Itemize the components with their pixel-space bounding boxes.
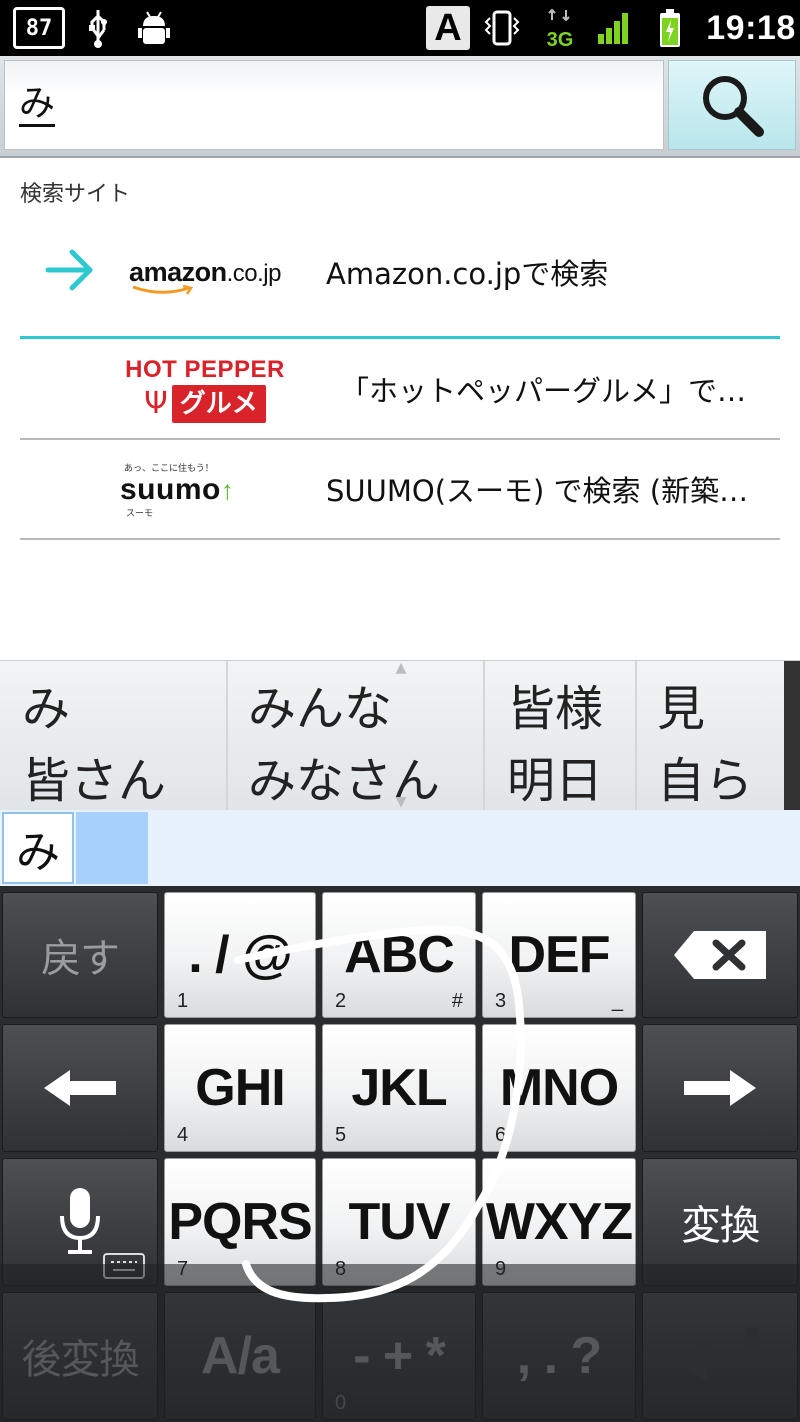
reconvert-key[interactable]: 後変換 <box>2 1292 158 1420</box>
key-4[interactable]: GHI 4 <box>164 1024 316 1152</box>
battery-icon <box>656 0 684 56</box>
keyboard-icon <box>103 1253 145 1279</box>
notification-badge-icon: 87 <box>12 0 66 56</box>
candidate-word[interactable]: みなさん <box>248 741 440 811</box>
candidate-word[interactable]: 皆さん <box>22 741 166 811</box>
backspace-icon <box>674 931 766 979</box>
suggestion-amazon[interactable]: amazon.co.jp Amazon.co.jpで検索 <box>20 222 780 339</box>
search-input-value: み <box>19 83 56 127</box>
key-9[interactable]: WXYZ 9 <box>482 1158 636 1286</box>
key-3[interactable]: DEF 3 _ <box>482 892 636 1018</box>
convert-key[interactable]: 変換 <box>642 1158 798 1286</box>
notification-count: 87 <box>13 7 65 49</box>
composing-text: み <box>2 812 74 884</box>
scroll-up-icon[interactable]: ▲ <box>392 661 410 675</box>
candidate-word[interactable]: 自ら <box>657 741 753 811</box>
enter-icon <box>679 1328 759 1382</box>
android-debug-icon <box>134 0 174 56</box>
candidate-bar: み 皆さん みんな みなさん 皆様 明日 見 自ら ▲ ▼ <box>0 660 800 811</box>
amazon-logo: amazon.co.jp <box>120 232 290 312</box>
hotpepper-logo: HOT PEPPER Ψ グルメ <box>125 356 285 423</box>
candidate-scrollbar[interactable] <box>784 661 800 811</box>
suggestion-suumo[interactable]: あっ、ここに住もう！ suumo↑ スーモ SUUMO(スーモ) で検索 (新築… <box>20 440 780 540</box>
key-0[interactable]: - + * 0 <box>322 1292 476 1420</box>
signal-icon <box>594 0 634 56</box>
arrow-right-icon <box>45 249 93 291</box>
arrow-right-icon <box>684 1070 756 1106</box>
case-toggle-key[interactable]: A/a <box>164 1292 316 1420</box>
search-button[interactable] <box>668 60 796 150</box>
candidate-column: みんな みなさん <box>228 661 485 811</box>
suggestion-label: Amazon.co.jpで検索 <box>326 257 609 291</box>
search-input[interactable]: み <box>4 60 664 150</box>
backspace-key[interactable] <box>642 892 798 1018</box>
key-5[interactable]: JKL 5 <box>322 1024 476 1152</box>
network-label: 3G <box>547 29 574 50</box>
keyboard: 戻す . / @ 1 ABC 2 # DEF 3 _ GHI 4 JKL 5 M… <box>0 886 800 1422</box>
suggestion-label: SUUMO(スーモ) で検索 (新築… <box>326 474 749 508</box>
arrow-left-icon <box>44 1070 116 1106</box>
scroll-down-icon[interactable]: ▼ <box>392 795 410 809</box>
cutlery-icon: Ψ <box>144 386 168 421</box>
suggestion-hotpepper[interactable]: HOT PEPPER Ψ グルメ 「ホットペッパーグルメ」で… <box>20 340 780 440</box>
undo-key[interactable]: 戻す <box>2 892 158 1018</box>
candidate-column: 見 自ら <box>637 661 784 811</box>
candidate-column: 皆様 明日 <box>485 661 637 811</box>
candidate-column: み 皆さん <box>0 661 228 811</box>
candidate-word[interactable]: 皆様 <box>507 669 603 739</box>
network-3g-icon: 3G <box>540 0 580 56</box>
clock: 19:18 <box>706 8 796 47</box>
composing-line: み <box>0 810 800 886</box>
section-label: 検索サイト <box>20 182 131 207</box>
cursor-right-key[interactable] <box>642 1024 798 1152</box>
microphone-icon <box>60 1188 100 1254</box>
magnifier-icon <box>703 76 764 137</box>
key-7[interactable]: PQRS 7 <box>164 1158 316 1286</box>
punctuation-key[interactable]: , . ? <box>482 1292 636 1420</box>
candidate-word[interactable]: 見 <box>657 669 705 739</box>
search-bar: み <box>0 56 800 158</box>
suggestion-label: 「ホットペッパーグルメ」で… <box>340 374 747 408</box>
input-mode-icon: A <box>424 0 472 56</box>
vibrate-icon <box>482 0 522 56</box>
usb-icon <box>80 0 116 56</box>
candidate-word[interactable]: みんな <box>248 669 392 739</box>
composing-cursor <box>76 812 148 884</box>
candidate-word[interactable]: み <box>22 669 70 739</box>
key-8[interactable]: TUV 8 <box>322 1158 476 1286</box>
candidate-word[interactable]: 明日 <box>507 741 603 811</box>
status-bar: 87 A 3G 19:18 <box>0 0 800 56</box>
enter-key[interactable] <box>642 1292 798 1420</box>
key-6[interactable]: MNO 6 <box>482 1024 636 1152</box>
key-2[interactable]: ABC 2 # <box>322 892 476 1018</box>
voice-input-key[interactable] <box>2 1158 158 1286</box>
key-1[interactable]: . / @ 1 <box>164 892 316 1018</box>
cursor-left-key[interactable] <box>2 1024 158 1152</box>
suumo-logo: あっ、ここに住もう！ suumo↑ スーモ <box>120 464 235 519</box>
